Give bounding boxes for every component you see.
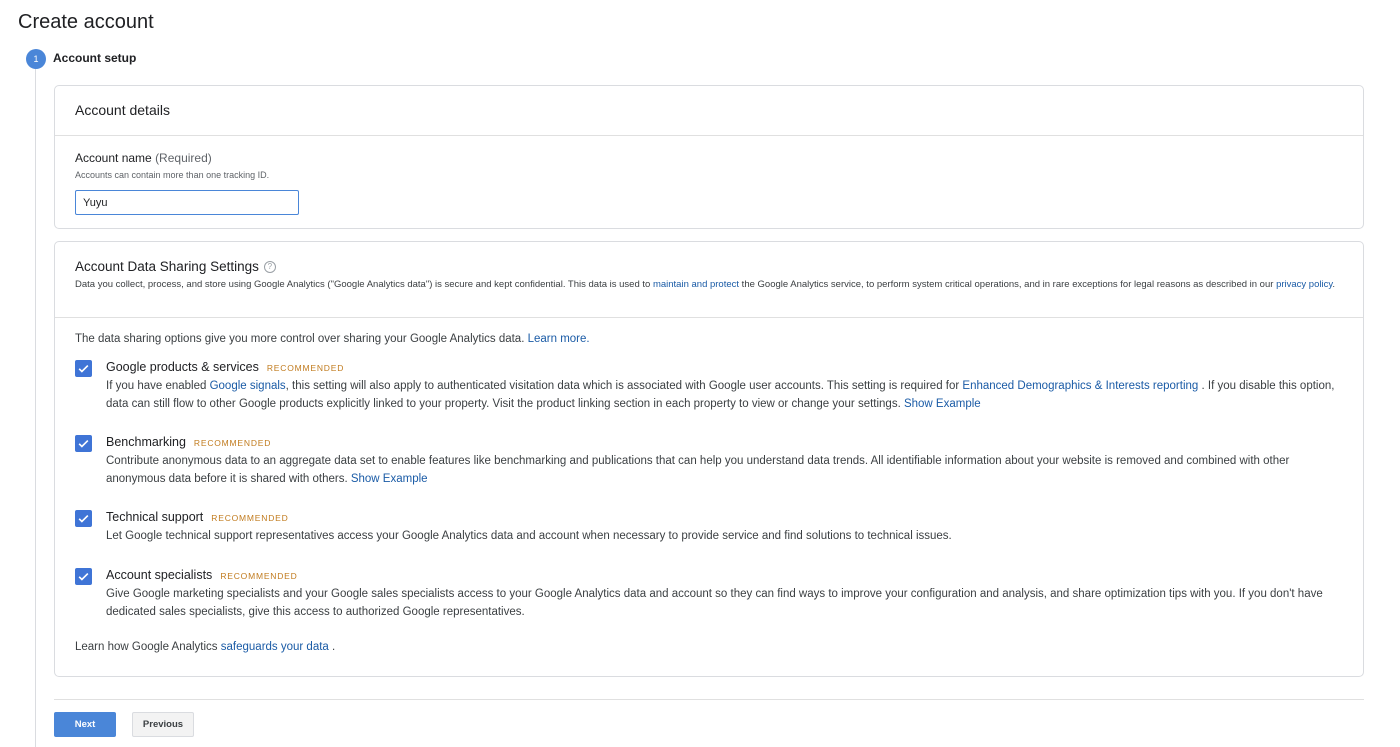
safeguards-link[interactable]: safeguards your data <box>221 641 329 653</box>
footer-text: Learn how Google Analytics <box>75 641 221 653</box>
data-sharing-title: Account Data Sharing Settings ? <box>75 259 1343 274</box>
option-title-text: Account specialists <box>106 568 213 582</box>
recommended-badge: RECOMMENDED <box>211 513 289 523</box>
data-sharing-heading: Account Data Sharing Settings <box>75 259 259 274</box>
show-example-link[interactable]: Show Example <box>351 473 428 485</box>
safeguards-footer: Learn how Google Analytics safeguards yo… <box>75 641 335 653</box>
recommended-badge: RECOMMENDED <box>193 438 272 448</box>
sharing-intro: The data sharing options give you more c… <box>75 333 590 345</box>
previous-button[interactable]: Previous <box>132 712 194 737</box>
maintain-protect-link[interactable]: maintain and protect <box>653 279 739 290</box>
checkmark-icon <box>78 514 89 523</box>
checkmark-icon <box>78 439 89 448</box>
option-description: Give Google marketing specialists and yo… <box>106 588 1323 618</box>
option-description: Let Google technical support representat… <box>106 530 952 542</box>
option-title: Account specialists RECOMMENDED <box>106 568 298 582</box>
privacy-policy-link[interactable]: privacy policy <box>1276 279 1332 290</box>
recommended-badge: RECOMMENDED <box>266 363 345 373</box>
data-sharing-header: Account Data Sharing Settings ? Data you… <box>55 242 1363 318</box>
option-title-text: Google products & services <box>106 360 259 374</box>
learn-more-link[interactable]: Learn more. <box>528 333 590 345</box>
google-signals-link[interactable]: Google signals <box>210 380 286 392</box>
option-text-part: Contribute anonymous data to an aggregat… <box>106 455 1290 485</box>
benchmarking-checkbox[interactable] <box>75 435 92 452</box>
account-name-help: Accounts can contain more than one track… <box>75 170 270 180</box>
option-description: If you have enabled Google signals, this… <box>106 378 1336 413</box>
account-name-label-text: Account name <box>75 151 152 165</box>
required-indicator: (Required) <box>155 151 212 165</box>
desc-text-2: the Google Analytics service, to perform… <box>739 279 1277 290</box>
stepper-line <box>35 68 36 747</box>
next-button[interactable]: Next <box>54 712 116 737</box>
account-name-label: Account name (Required) <box>75 151 212 165</box>
bottom-divider <box>54 699 1364 700</box>
footer-end: . <box>328 641 336 653</box>
page-title: Create account <box>18 11 154 33</box>
account-specialists-checkbox[interactable] <box>75 568 92 585</box>
step-number-badge: 1 <box>26 49 46 69</box>
option-text-part: , this setting will also apply to authen… <box>285 380 963 392</box>
google-products-checkbox[interactable] <box>75 360 92 377</box>
account-details-heading: Account details <box>55 86 1363 136</box>
step-label: Account setup <box>53 51 137 65</box>
option-title: Technical support RECOMMENDED <box>106 510 289 524</box>
option-title: Benchmarking RECOMMENDED <box>106 435 271 449</box>
option-title: Google products & services RECOMMENDED <box>106 360 344 374</box>
enhanced-demographics-link[interactable]: Enhanced Demographics & Interests report… <box>962 380 1198 392</box>
technical-support-checkbox[interactable] <box>75 510 92 527</box>
option-description: Contribute anonymous data to an aggregat… <box>106 453 1336 488</box>
checkmark-icon <box>78 364 89 373</box>
option-title-text: Benchmarking <box>106 435 186 449</box>
account-name-input[interactable] <box>75 190 299 215</box>
checkmark-icon <box>78 572 89 581</box>
data-sharing-card: Account Data Sharing Settings ? Data you… <box>54 241 1364 677</box>
show-example-link[interactable]: Show Example <box>904 398 981 410</box>
desc-text-1: Data you collect, process, and store usi… <box>75 279 653 290</box>
sharing-intro-text: The data sharing options give you more c… <box>75 333 528 345</box>
option-text-part: If you have enabled <box>106 380 210 392</box>
data-sharing-description: Data you collect, process, and store usi… <box>75 278 1343 292</box>
help-icon[interactable]: ? <box>263 260 276 273</box>
account-details-card: Account details Account name (Required) … <box>54 85 1364 229</box>
recommended-badge: RECOMMENDED <box>220 571 298 581</box>
option-title-text: Technical support <box>106 510 204 524</box>
desc-text-3: . <box>1332 279 1336 290</box>
